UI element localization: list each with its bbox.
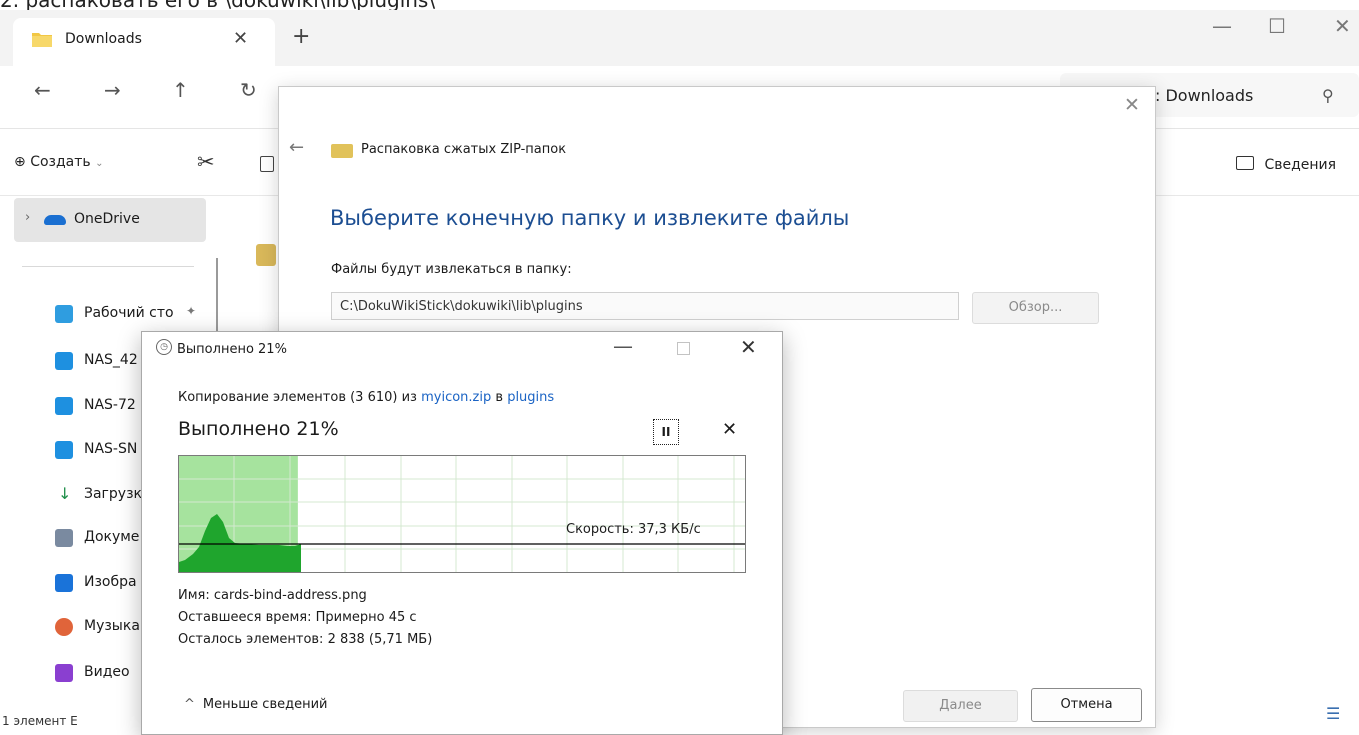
transfer-speed-graph [178,455,746,573]
progress-window-title: Выполнено 21% [177,342,287,357]
pause-button[interactable]: II [653,419,679,445]
folder-icon [32,33,52,47]
minimize-button[interactable]: — [1212,14,1232,38]
copy-icon[interactable] [260,156,274,172]
cancel-button[interactable]: Отмена [1031,688,1142,722]
sidebar-item-video[interactable]: Видео [84,664,130,680]
sidebar-item-nas-72[interactable]: NAS-72 [84,397,136,413]
chevron-up-icon: ^ [184,697,195,712]
video-icon [55,664,73,682]
minimize-button[interactable]: — [613,334,633,358]
maximize-button [677,342,690,355]
network-drive-icon [55,352,73,370]
network-drive-icon [55,441,73,459]
less-details-label: Меньше сведений [202,697,328,712]
music-icon [55,618,73,636]
refresh-icon[interactable]: ↻ [240,78,257,102]
items-remaining: Осталось элементов: 2 838 (5,71 МБ) [178,632,433,647]
back-icon[interactable]: ← [34,78,51,102]
create-button[interactable]: ⊕ Создать ⌄ [14,154,103,170]
stop-button[interactable]: ✕ [722,419,737,440]
source-link[interactable]: myicon.zip [421,390,491,405]
status-bar-text: 1 элемент Е [2,714,78,728]
chevron-down-icon: ⌄ [95,158,104,169]
network-drive-icon [55,397,73,415]
wizard-back-icon[interactable]: ← [289,137,304,158]
sidebar-item-pictures[interactable]: Изобра [84,574,137,590]
destination-path-input[interactable] [331,292,959,320]
close-button[interactable]: ✕ [740,335,757,359]
speed-label: Скорость: 37,3 КБ/с [566,522,701,537]
cloud-icon [44,215,66,225]
details-view-icon[interactable]: ☰ [1326,704,1340,723]
sidebar-item-documents[interactable]: Докуме [84,529,139,545]
sidebar-scrollbar[interactable] [216,258,218,338]
wizard-title: Распаковка сжатых ZIP-папок [361,142,567,157]
search-icon[interactable]: ⚲ [1322,86,1334,105]
document-icon [55,529,73,547]
clock-icon: ◷ [156,339,172,355]
time-remaining: Оставшееся время: Примерно 45 с [178,610,417,625]
zip-folder-icon [331,144,353,158]
download-icon: ↓ [58,484,72,503]
sidebar-item-music[interactable]: Музыка [84,618,140,634]
details-label: Сведения [1264,157,1337,173]
new-tab-button[interactable]: + [292,24,310,49]
copy-mid: в [491,390,508,405]
image-icon [55,574,73,592]
search-placeholder: : Downloads [1155,86,1254,105]
sidebar-item-downloads[interactable]: Загрузк [84,486,142,502]
forward-icon[interactable]: → [104,78,121,102]
destination-link[interactable]: plugins [507,390,554,405]
details-button[interactable]: Сведения [1236,156,1336,173]
zip-folder-icon[interactable] [256,244,276,266]
less-details-toggle[interactable]: ^ Меньше сведений [184,697,328,712]
tab-close-icon[interactable]: ✕ [233,28,248,49]
chevron-right-icon[interactable]: › [25,210,30,225]
sidebar-item-nas-42[interactable]: NAS_42 [84,352,138,368]
plus-circle-icon: ⊕ [14,154,26,170]
close-window-button[interactable]: ✕ [1334,14,1351,38]
wizard-heading: Выберите конечную папку и извлеките файл… [330,206,850,230]
sidebar-divider [22,266,194,267]
tab-title: Downloads [65,31,142,47]
sidebar-item-label: OneDrive [74,211,140,227]
tab-downloads[interactable]: Downloads ✕ [13,18,275,66]
progress-percent: Выполнено 21% [178,418,339,440]
up-icon[interactable]: ↑ [172,78,189,102]
copy-description: Копирование элементов (3 610) из myicon.… [178,390,554,405]
destination-label: Файлы будут извлекаться в папку: [331,262,572,277]
create-label: Создать [30,154,91,170]
desktop-icon [55,305,73,323]
browse-button[interactable]: Обзор... [972,292,1099,324]
sidebar-item-nas-sn[interactable]: NAS-SN [84,441,137,457]
maximize-button[interactable]: ☐ [1268,14,1286,38]
wizard-close-icon[interactable]: ✕ [1124,94,1140,116]
sidebar-item-desktop[interactable]: Рабочий сто [84,305,174,321]
details-pane-icon [1236,156,1254,170]
next-button[interactable]: Далее [903,690,1018,722]
current-file-name: Имя: cards-bind-address.png [178,588,367,603]
pin-icon: ✦ [186,304,197,318]
copy-prefix: Копирование элементов (3 610) из [178,390,422,405]
cut-icon[interactable]: ✂ [197,150,215,174]
